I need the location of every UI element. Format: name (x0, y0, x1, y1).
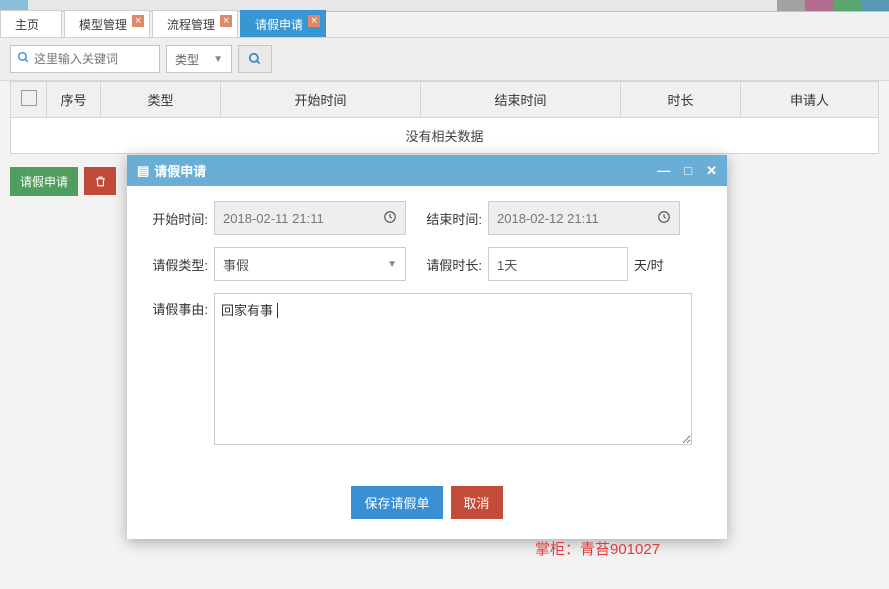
end-time-input[interactable]: 2018-02-12 21:11 (488, 201, 680, 235)
apply-button[interactable]: 请假申请 (10, 167, 78, 196)
reason-textarea[interactable]: 回家有事 (214, 293, 692, 445)
leave-type-select[interactable]: 事假 ▼ (214, 247, 406, 281)
close-icon[interactable]: × (308, 15, 320, 27)
duration-label: 请假时长: (416, 255, 482, 274)
checkbox[interactable] (21, 90, 37, 106)
type-label: 请假类型: (142, 255, 208, 274)
th-duration: 时长 (621, 82, 741, 118)
form-icon: ▤ (137, 163, 149, 179)
tab-model[interactable]: 模型管理× (64, 10, 150, 37)
th-type: 类型 (101, 82, 221, 118)
data-table: 序号 类型 开始时间 结束时间 时长 申请人 没有相关数据 (10, 81, 879, 154)
tab-leave[interactable]: 请假申请× (240, 10, 326, 37)
minimize-icon[interactable]: — (657, 163, 670, 179)
leave-dialog: ▤ 请假申请 — □ ✕ 开始时间: 2018-02-11 21:11 结束时间… (127, 155, 727, 539)
maximize-icon[interactable]: □ (684, 163, 692, 179)
start-time-input[interactable]: 2018-02-11 21:11 (214, 201, 406, 235)
end-label: 结束时间: (416, 209, 482, 228)
type-select[interactable]: 类型▼ (166, 45, 232, 73)
tab-home[interactable]: 主页 (0, 10, 62, 37)
window-controls: — □ ✕ (657, 163, 717, 179)
th-index: 序号 (47, 82, 101, 118)
tab-bar: 主页 模型管理× 流程管理× 请假申请× (0, 12, 889, 38)
trash-icon (94, 175, 107, 188)
delete-button[interactable] (84, 167, 116, 195)
start-label: 开始时间: (142, 209, 208, 228)
filter-bar: 类型▼ (0, 38, 889, 81)
search-button[interactable] (238, 45, 272, 73)
chevron-down-icon: ▼ (387, 259, 397, 270)
empty-row: 没有相关数据 (11, 118, 879, 154)
watermark: 掌柜：青苔901027 (535, 538, 660, 559)
clock-icon[interactable] (383, 210, 397, 227)
duration-input[interactable]: 1天 (488, 247, 628, 281)
duration-unit: 天/时 (634, 255, 664, 274)
tab-process[interactable]: 流程管理× (152, 10, 238, 37)
th-check (11, 82, 47, 118)
search-input[interactable] (34, 52, 153, 66)
reason-label: 请假事由: (142, 299, 208, 318)
close-icon[interactable]: × (220, 15, 232, 27)
close-icon[interactable]: × (132, 15, 144, 27)
dialog-title: 请假申请 (154, 161, 206, 180)
th-start: 开始时间 (221, 82, 421, 118)
search-input-wrap[interactable] (10, 45, 160, 73)
th-end: 结束时间 (421, 82, 621, 118)
th-applicant: 申请人 (741, 82, 879, 118)
dialog-footer: 保存请假单 取消 (127, 472, 727, 539)
chevron-down-icon: ▼ (213, 54, 223, 65)
close-icon[interactable]: ✕ (706, 163, 717, 179)
cancel-button[interactable]: 取消 (451, 486, 503, 519)
dialog-header[interactable]: ▤ 请假申请 — □ ✕ (127, 155, 727, 186)
save-button[interactable]: 保存请假单 (351, 486, 442, 519)
search-icon (17, 51, 30, 67)
clock-icon[interactable] (657, 210, 671, 227)
